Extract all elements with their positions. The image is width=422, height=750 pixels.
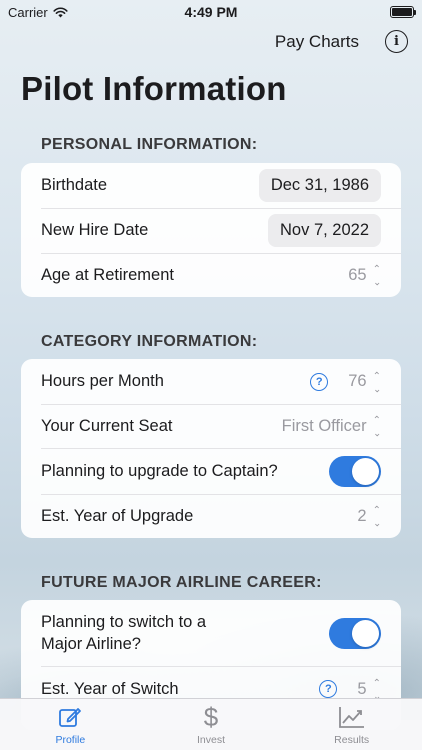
- hours-row: Hours per Month ? 76 ⌃ ⌃: [21, 359, 401, 404]
- switch-toggle[interactable]: [329, 617, 381, 649]
- birthdate-picker[interactable]: Dec 31, 1986: [258, 169, 381, 202]
- retirement-age-value: 65: [348, 265, 367, 284]
- switch-year-controls: ? 5 ⌃ ⌃: [319, 678, 381, 701]
- birthdate-label: Birthdate: [41, 176, 108, 194]
- switch-label: Planning to switch to a Major Airline?: [41, 611, 206, 655]
- tab-profile[interactable]: Profile: [0, 699, 141, 750]
- seat-value: First Officer: [281, 416, 367, 435]
- chevron-up-down-icon: ⌃ ⌃: [372, 264, 381, 287]
- chevron-up-down-icon: ⌃ ⌃: [372, 415, 381, 438]
- chevron-up-down-icon: ⌃ ⌃: [372, 370, 381, 393]
- birthdate-row: Birthdate Dec 31, 1986: [21, 163, 401, 208]
- tab-results-label: Results: [334, 734, 370, 746]
- switch-year-label: Est. Year of Switch: [41, 679, 179, 698]
- switch-row: Planning to switch to a Major Airline?: [21, 600, 401, 666]
- switch-label-line2: Major Airline?: [41, 635, 141, 653]
- upgrade-row: Planning to upgrade to Captain?: [21, 448, 401, 494]
- tab-profile-label: Profile: [55, 734, 86, 746]
- carrier-label: Carrier: [8, 4, 48, 20]
- upgrade-toggle[interactable]: [329, 455, 381, 487]
- personal-info-card: Birthdate Dec 31, 1986 New Hire Date Nov…: [21, 163, 401, 297]
- hire-date-picker[interactable]: Nov 7, 2022: [268, 214, 381, 247]
- retirement-age-label: Age at Retirement: [41, 265, 174, 284]
- upgrade-label: Planning to upgrade to Captain?: [41, 461, 278, 480]
- info-icon[interactable]: i: [385, 30, 408, 53]
- chevron-up-down-icon: ⌃ ⌃: [372, 505, 381, 528]
- hours-label: Hours per Month: [41, 372, 164, 390]
- wifi-icon: [53, 6, 68, 17]
- upgrade-year-picker[interactable]: 2 ⌃ ⌃: [357, 505, 381, 528]
- toggle-knob: [352, 619, 379, 647]
- tab-bar: Profile $ Invest Results: [0, 698, 422, 750]
- dollar-icon: $: [203, 701, 219, 732]
- upgrade-year-row: Est. Year of Upgrade 2 ⌃ ⌃: [21, 494, 401, 538]
- switch-label-line1: Planning to switch to a: [41, 613, 207, 631]
- chevron-up-down-icon: ⌃ ⌃: [372, 678, 381, 701]
- chart-icon: [338, 704, 366, 730]
- status-left: Carrier: [8, 5, 68, 20]
- upgrade-year-value: 2: [357, 506, 367, 525]
- tab-invest-label: Invest: [197, 734, 226, 746]
- upgrade-year-label: Est. Year of Upgrade: [41, 506, 194, 525]
- hire-date-row: New Hire Date Nov 7, 2022: [21, 208, 401, 253]
- category-info-card: Hours per Month ? 76 ⌃ ⌃ Your Current Sea…: [21, 359, 401, 538]
- battery-icon: [390, 6, 416, 18]
- seat-label: Your Current Seat: [41, 416, 173, 435]
- page-title: Pilot Information: [21, 70, 287, 107]
- tab-results[interactable]: Results: [281, 699, 422, 750]
- hire-date-label: New Hire Date: [41, 221, 149, 239]
- pay-charts-button[interactable]: Pay Charts: [275, 32, 359, 52]
- seat-picker[interactable]: First Officer ⌃ ⌃: [281, 415, 381, 438]
- seat-row: Your Current Seat First Officer ⌃ ⌃: [21, 404, 401, 448]
- section-header-category: CATEGORY INFORMATION:: [41, 333, 258, 350]
- switch-year-value: 5: [357, 679, 367, 698]
- section-header-future: FUTURE MAJOR AIRLINE CAREER:: [41, 574, 322, 591]
- hours-value: 76: [348, 372, 367, 390]
- retirement-age-picker[interactable]: 65 ⌃ ⌃: [348, 264, 381, 287]
- help-icon[interactable]: ?: [310, 372, 329, 391]
- info-glyph: i: [394, 34, 399, 49]
- navbar: Pay Charts i: [275, 30, 408, 53]
- hours-picker[interactable]: 76 ⌃ ⌃: [348, 370, 381, 393]
- section-header-personal: PERSONAL INFORMATION:: [41, 136, 258, 153]
- help-icon[interactable]: ?: [319, 680, 338, 698]
- switch-year-picker[interactable]: 5 ⌃ ⌃: [357, 678, 381, 701]
- toggle-knob: [352, 457, 379, 485]
- hours-controls: ? 76 ⌃ ⌃: [310, 370, 381, 393]
- edit-icon: [58, 704, 82, 730]
- status-bar: Carrier 4:49 PM: [0, 0, 422, 24]
- tab-invest[interactable]: $ Invest: [141, 699, 282, 750]
- retirement-age-row: Age at Retirement 65 ⌃ ⌃: [21, 253, 401, 297]
